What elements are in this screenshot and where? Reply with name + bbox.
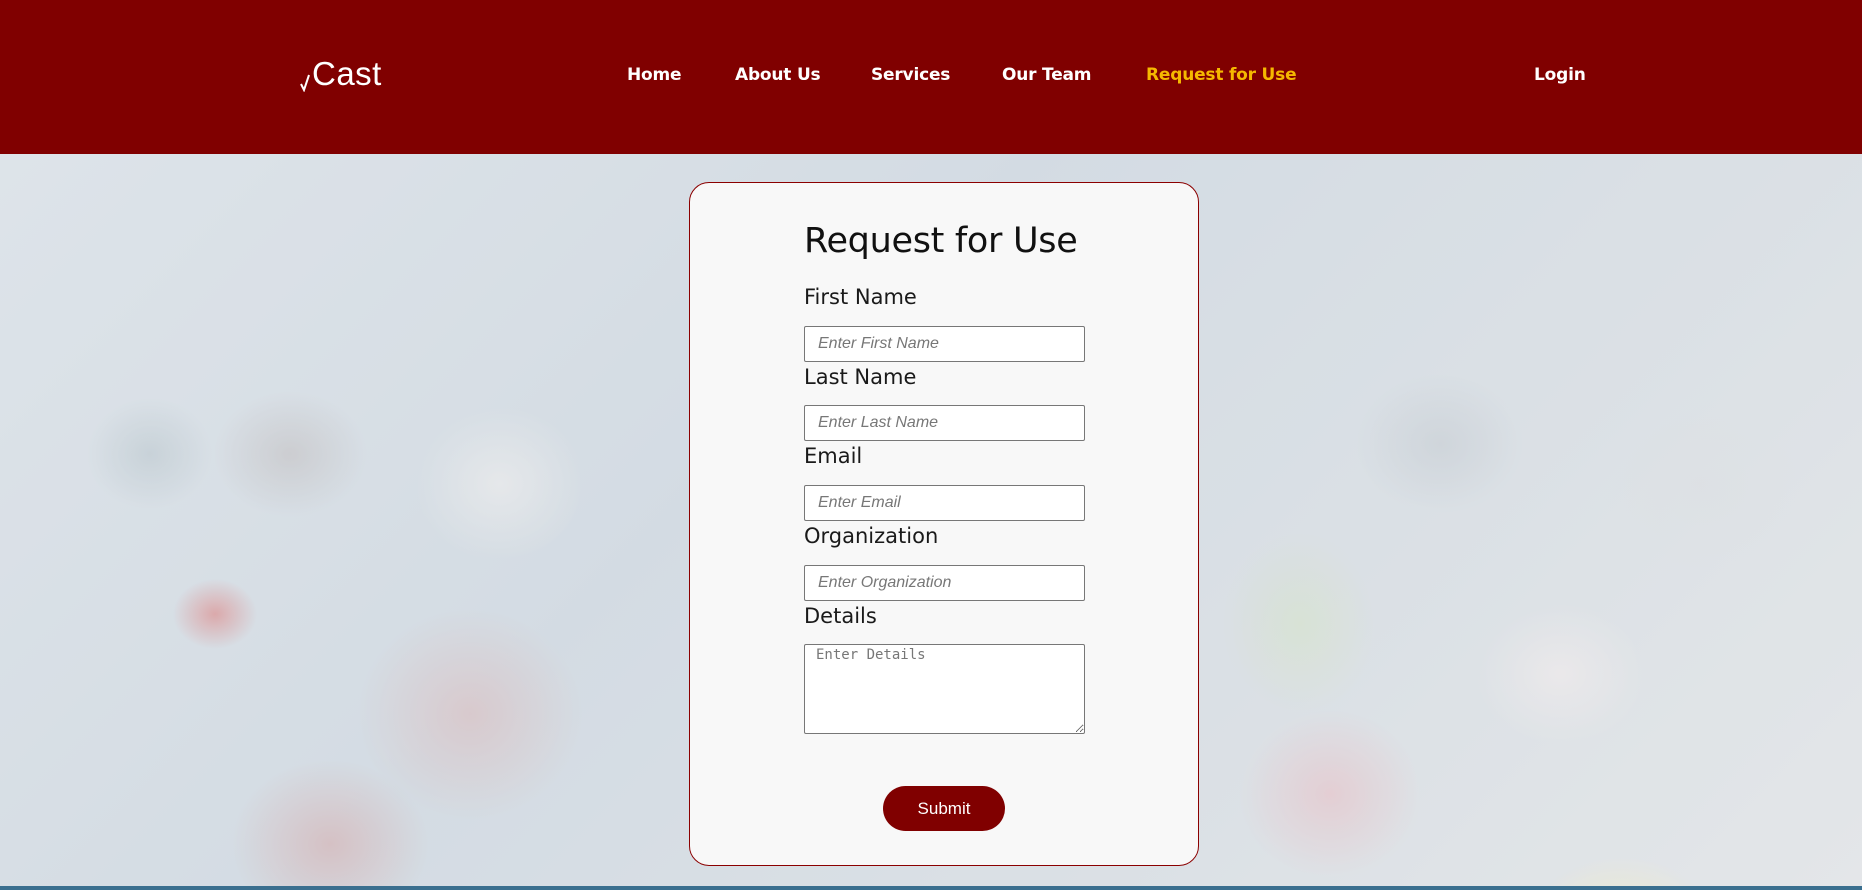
- site-header: Cast Home About Us Services Our Team Req…: [0, 0, 1862, 154]
- brand-name: Cast: [312, 55, 382, 92]
- first-name-input[interactable]: [804, 326, 1085, 362]
- first-name-label: First Name: [804, 285, 917, 309]
- brand-logo[interactable]: Cast: [300, 54, 382, 94]
- nav-request-for-use[interactable]: Request for Use: [1146, 62, 1297, 88]
- check-mark-icon: [300, 60, 310, 94]
- details-textarea[interactable]: [804, 644, 1085, 734]
- nav-our-team[interactable]: Our Team: [1002, 62, 1092, 88]
- nav-home[interactable]: Home: [627, 62, 682, 88]
- email-input[interactable]: [804, 485, 1085, 521]
- page-bottom-edge: [0, 886, 1862, 890]
- form-title: Request for Use: [804, 221, 1078, 261]
- login-link[interactable]: Login: [1534, 62, 1586, 88]
- details-label: Details: [804, 604, 877, 628]
- submit-button[interactable]: Submit: [883, 786, 1005, 831]
- last-name-input[interactable]: [804, 405, 1085, 441]
- nav-services[interactable]: Services: [871, 62, 950, 88]
- request-form-card: Request for Use First Name Last Name Ema…: [689, 182, 1199, 866]
- nav-about-us[interactable]: About Us: [735, 62, 821, 88]
- organization-label: Organization: [804, 524, 939, 548]
- organization-input[interactable]: [804, 565, 1085, 601]
- email-label: Email: [804, 444, 863, 468]
- last-name-label: Last Name: [804, 365, 917, 389]
